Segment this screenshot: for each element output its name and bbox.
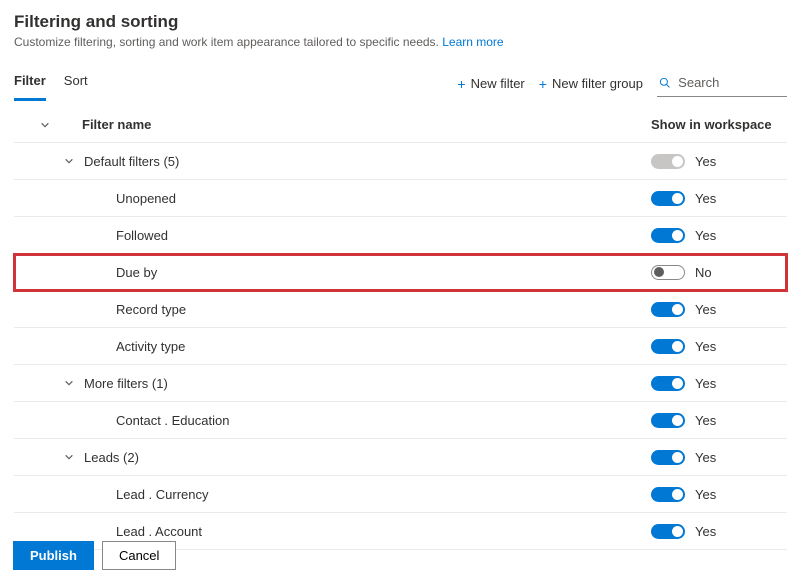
row-name: Contact . Education	[116, 413, 651, 428]
tab-filter[interactable]: Filter	[14, 67, 46, 101]
toggle-knob	[654, 267, 664, 277]
show-toggle[interactable]	[651, 228, 685, 243]
plus-icon: +	[457, 77, 465, 91]
col-header-name[interactable]: Filter name	[56, 117, 651, 132]
table-row[interactable]: Followed Yes	[14, 217, 787, 254]
toggle-knob	[672, 378, 683, 389]
row-name: Lead . Currency	[116, 487, 651, 502]
show-toggle[interactable]	[651, 450, 685, 465]
table-group-row[interactable]: Leads (2) Yes	[14, 439, 787, 476]
table-group-row[interactable]: Default filters (5) Yes	[14, 143, 787, 180]
row-expand[interactable]	[20, 156, 84, 166]
toggle-knob	[672, 193, 683, 204]
toggle-label: Yes	[695, 524, 716, 539]
toggle-label: Yes	[695, 228, 716, 243]
show-toggle[interactable]	[651, 524, 685, 539]
new-filter-button[interactable]: + New filter	[457, 76, 524, 91]
tab-sort[interactable]: Sort	[64, 67, 88, 100]
chevron-down-icon	[40, 120, 50, 130]
page-title: Filtering and sorting	[14, 12, 787, 32]
row-name: Activity type	[116, 339, 651, 354]
col-header-show[interactable]: Show in workspace	[651, 117, 781, 132]
table-row[interactable]: Record type Yes	[14, 291, 787, 328]
show-toggle[interactable]	[651, 302, 685, 317]
show-toggle[interactable]	[651, 339, 685, 354]
row-name: Lead . Account	[116, 524, 651, 539]
footer: Publish Cancel	[13, 541, 176, 570]
chevron-down-icon	[64, 156, 74, 166]
row-expand[interactable]	[20, 378, 84, 388]
toggle-label: Yes	[695, 339, 716, 354]
table-row[interactable]: Contact . Education Yes	[14, 402, 787, 439]
row-name: Unopened	[116, 191, 651, 206]
row-name: Record type	[116, 302, 651, 317]
row-show: Yes	[651, 191, 781, 206]
table-row[interactable]: Due by No	[14, 254, 787, 291]
show-toggle	[651, 154, 685, 169]
row-name: Default filters (5)	[84, 154, 651, 169]
show-toggle[interactable]	[651, 413, 685, 428]
show-toggle[interactable]	[651, 376, 685, 391]
expand-all[interactable]	[20, 120, 56, 130]
subtitle-text: Customize filtering, sorting and work it…	[14, 35, 442, 49]
new-filter-label: New filter	[471, 76, 525, 91]
toggle-knob	[672, 156, 683, 167]
toggle-knob	[672, 304, 683, 315]
table-row[interactable]: Activity type Yes	[14, 328, 787, 365]
row-show: Yes	[651, 154, 781, 169]
search-input[interactable]	[676, 74, 785, 91]
toolbar-actions: + New filter + New filter group	[457, 71, 787, 97]
toggle-label: Yes	[695, 191, 716, 206]
row-name: More filters (1)	[84, 376, 651, 391]
row-show: No	[651, 265, 781, 280]
toggle-knob	[672, 489, 683, 500]
row-show: Yes	[651, 487, 781, 502]
row-show: Yes	[651, 228, 781, 243]
page-subtitle: Customize filtering, sorting and work it…	[14, 35, 787, 49]
row-show: Yes	[651, 450, 781, 465]
toggle-label: Yes	[695, 450, 716, 465]
learn-more-link[interactable]: Learn more	[442, 35, 503, 49]
search-icon	[659, 76, 670, 89]
toggle-knob	[672, 452, 683, 463]
row-name: Leads (2)	[84, 450, 651, 465]
plus-icon: +	[539, 77, 547, 91]
chevron-down-icon	[64, 452, 74, 462]
show-toggle[interactable]	[651, 265, 685, 280]
show-toggle[interactable]	[651, 487, 685, 502]
search-field[interactable]	[657, 71, 787, 97]
table-body: Default filters (5)YesUnopenedYesFollowe…	[14, 143, 787, 550]
toggle-label: Yes	[695, 154, 716, 169]
toggle-knob	[672, 415, 683, 426]
new-filter-group-label: New filter group	[552, 76, 643, 91]
toggle-knob	[672, 230, 683, 241]
row-show: Yes	[651, 413, 781, 428]
tabs: Filter Sort	[14, 67, 88, 100]
row-expand[interactable]	[20, 452, 84, 462]
row-show: Yes	[651, 302, 781, 317]
table-header: Filter name Show in workspace	[14, 107, 787, 143]
table-group-row[interactable]: More filters (1) Yes	[14, 365, 787, 402]
table-row[interactable]: Unopened Yes	[14, 180, 787, 217]
row-show: Yes	[651, 376, 781, 391]
new-filter-group-button[interactable]: + New filter group	[539, 76, 643, 91]
chevron-down-icon	[64, 378, 74, 388]
toggle-label: No	[695, 265, 712, 280]
publish-button[interactable]: Publish	[13, 541, 94, 570]
toggle-label: Yes	[695, 376, 716, 391]
toggle-knob	[672, 526, 683, 537]
toggle-knob	[672, 341, 683, 352]
tabs-row: Filter Sort + New filter + New filter gr…	[14, 67, 787, 101]
show-toggle[interactable]	[651, 191, 685, 206]
row-name: Followed	[116, 228, 651, 243]
row-name: Due by	[116, 265, 651, 280]
row-show: Yes	[651, 524, 781, 539]
toggle-label: Yes	[695, 487, 716, 502]
toggle-label: Yes	[695, 302, 716, 317]
toggle-label: Yes	[695, 413, 716, 428]
cancel-button[interactable]: Cancel	[102, 541, 176, 570]
table-row[interactable]: Lead . Currency Yes	[14, 476, 787, 513]
row-show: Yes	[651, 339, 781, 354]
